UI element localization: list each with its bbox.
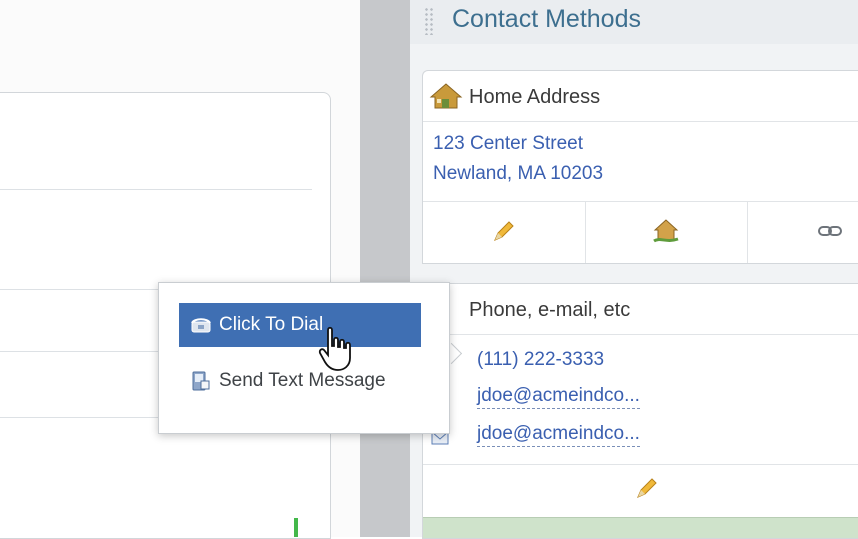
menu-item-label: Send Text Message — [219, 370, 386, 391]
address-line-1[interactable]: 123 Center Street — [433, 133, 583, 155]
contact-action-popup: Click To Dial Send Text Message — [158, 282, 450, 434]
link-address-button[interactable] — [747, 202, 858, 263]
card-title: Phone, e-mail, etc — [469, 299, 631, 321]
phone-email-card: Phone, e-mail, etc (111) 222-3333 jdoe@a… — [422, 283, 858, 539]
pencil-icon — [491, 218, 517, 249]
telephone-icon — [189, 313, 213, 337]
pencil-icon — [634, 475, 660, 506]
email-link-1[interactable]: jdoe@acmeindco... — [477, 385, 640, 409]
contact-methods-panel: Contact Methods Home Address 123 Center … — [410, 0, 858, 539]
edit-contact-button[interactable] — [423, 465, 858, 515]
panel-title: Contact Methods — [452, 5, 641, 33]
house-map-icon — [652, 217, 680, 250]
sms-device-icon — [189, 369, 213, 393]
footer-green-row — [423, 517, 858, 538]
hand-cursor-icon — [318, 326, 356, 374]
home-address-card: Home Address 123 Center Street Newland, … — [422, 70, 858, 264]
menu-item-click-to-dial[interactable]: Click To Dial — [179, 303, 421, 347]
panel-header: Contact Methods — [410, 0, 858, 44]
menu-item-send-text-message[interactable]: Send Text Message — [179, 359, 421, 403]
address-line-2[interactable]: Newland, MA 10203 — [433, 163, 603, 185]
pane-splitter[interactable] — [360, 0, 410, 537]
email-link-2[interactable]: jdoe@acmeindco... — [477, 423, 640, 447]
drag-handle-icon[interactable] — [424, 7, 434, 35]
card-title: Home Address — [469, 86, 601, 108]
left-divider — [0, 189, 312, 190]
green-bar-indicator — [294, 518, 298, 537]
link-icon — [817, 223, 843, 244]
menu-item-label: Click To Dial — [219, 314, 324, 335]
phone-actions — [423, 464, 858, 515]
address-actions — [423, 201, 858, 263]
map-address-button[interactable] — [585, 202, 748, 263]
left-pane — [0, 0, 360, 539]
phone-number-link[interactable]: (111) 222-3333 — [477, 349, 604, 371]
edit-address-button[interactable] — [423, 202, 586, 263]
home-icon — [429, 81, 463, 111]
